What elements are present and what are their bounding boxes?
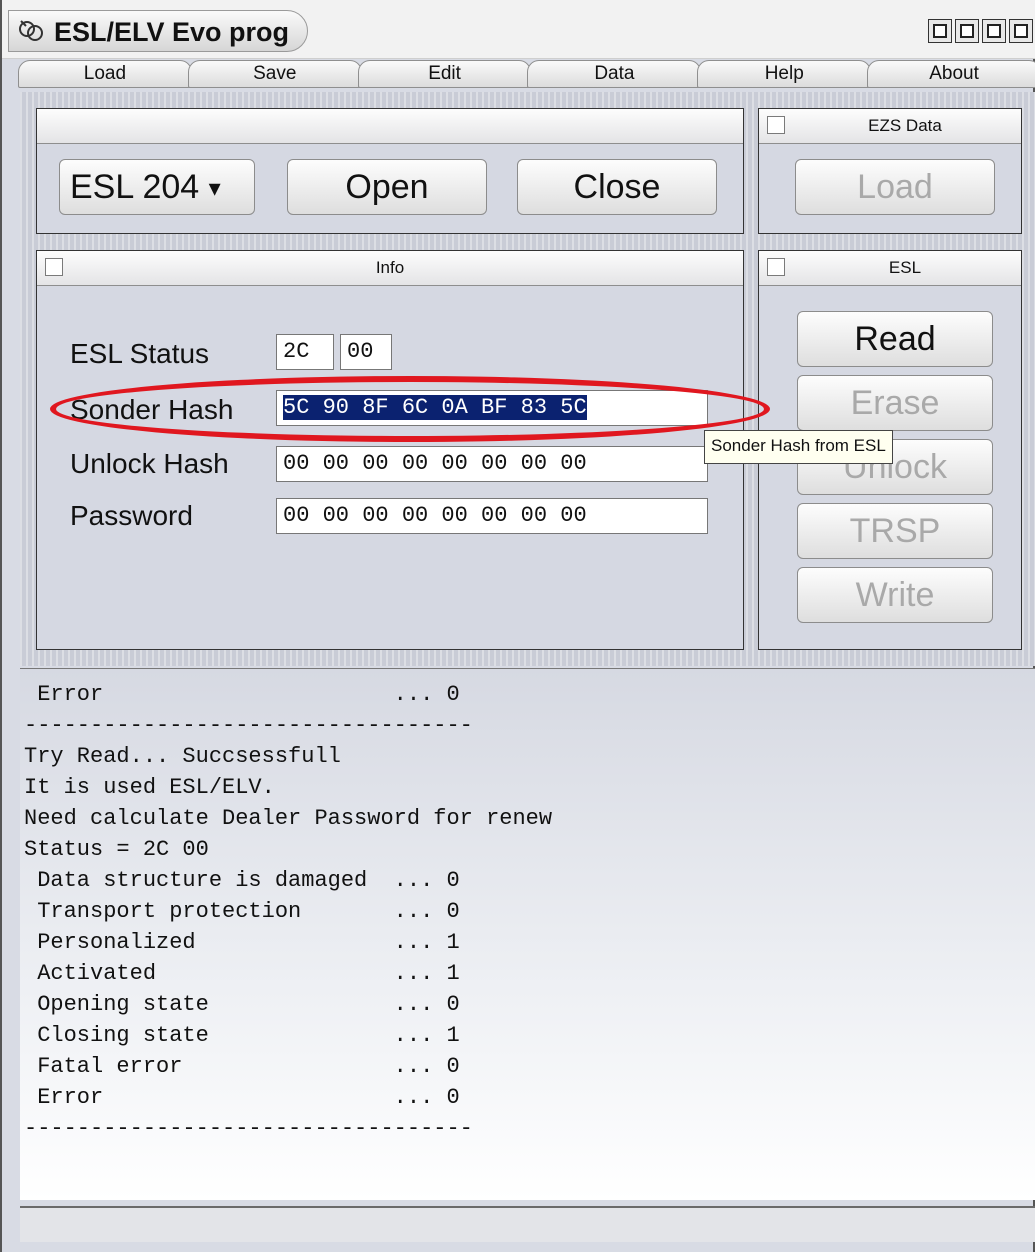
restore-icon (960, 24, 974, 38)
esl-status-byte-1[interactable]: 2C (276, 334, 334, 370)
read-button[interactable]: Read (797, 311, 993, 367)
title-bar[interactable]: ESL/ELV Evo prog (2, 0, 1035, 59)
ezs-data-checkbox[interactable] (767, 116, 785, 134)
close-window-button[interactable] (1009, 19, 1033, 43)
info-panel-header: Info (37, 251, 743, 286)
menu-data[interactable]: Data (527, 60, 702, 88)
minimize-icon (933, 24, 947, 38)
restore-button[interactable] (955, 19, 979, 43)
write-button[interactable]: Write (797, 567, 993, 623)
model-select[interactable]: ESL 204 ▾ (59, 159, 255, 215)
close-button[interactable]: Close (517, 159, 717, 215)
log-line: Opening state ... 0 (24, 992, 460, 1017)
menu-edit[interactable]: Edit (357, 60, 532, 88)
close-icon (1014, 24, 1028, 38)
log-output[interactable]: Error ... 0 ----------------------------… (20, 668, 1035, 1200)
log-line: Need calculate Dealer Password for renew (24, 806, 553, 831)
app-icon (19, 20, 43, 41)
menu-about[interactable]: About (867, 60, 1035, 88)
info-checkbox[interactable] (45, 258, 63, 276)
sonder-hash-value: 5C 90 8F 6C 0A BF 83 5C (283, 395, 587, 420)
log-line: ---------------------------------- (24, 713, 473, 738)
log-line: Activated ... 1 (24, 961, 460, 986)
log-line: It is used ESL/ELV. (24, 775, 275, 800)
log-line: Data structure is damaged ... 0 (24, 868, 460, 893)
app-window: ESL/ELV Evo prog Load Save Edit Data Hel… (0, 0, 1035, 1252)
password-label: Password (70, 500, 193, 531)
model-select-value: ESL 204 (70, 168, 200, 206)
ezs-data-title: EZS Data (868, 116, 942, 135)
menu-bar: Load Save Edit Data Help About (18, 60, 1035, 90)
menu-load[interactable]: Load (18, 60, 192, 88)
minimize-button[interactable] (928, 19, 952, 43)
menu-help[interactable]: Help (697, 60, 872, 88)
log-line: Fatal error ... 0 (24, 1054, 460, 1079)
unlock-hash-field[interactable]: 00 00 00 00 00 00 00 00 (276, 446, 708, 482)
log-line: Try Read... Succsessfull (24, 744, 341, 769)
erase-button[interactable]: Erase (797, 375, 993, 431)
log-line: Status = 2C 00 (24, 837, 209, 862)
maximize-icon (987, 24, 1001, 38)
log-line: Personalized ... 1 (24, 930, 460, 955)
sonder-hash-field[interactable]: 5C 90 8F 6C 0A BF 83 5C (276, 390, 708, 426)
chevron-down-icon: ▾ (208, 175, 221, 203)
trsp-button[interactable]: TRSP (797, 503, 993, 559)
status-bar (20, 1206, 1035, 1242)
esl-title: ESL (888, 258, 922, 277)
log-line: Transport protection ... 0 (24, 899, 460, 924)
window-title: ESL/ELV Evo prog (54, 17, 290, 47)
log-line: Error ... 0 (24, 1085, 460, 1110)
menu-save[interactable]: Save (187, 60, 362, 88)
connection-panel: ESL 204 ▾ Open Close (36, 108, 744, 234)
ezs-data-panel-header: EZS Data (759, 109, 1021, 144)
sonder-hash-label: Sonder Hash (70, 394, 234, 425)
connection-panel-header (37, 109, 743, 144)
open-button[interactable]: Open (287, 159, 487, 215)
info-title: Info (375, 258, 405, 277)
esl-status-byte-2[interactable]: 00 (340, 334, 392, 370)
log-line: Closing state ... 1 (24, 1023, 460, 1048)
window-controls (928, 19, 1033, 43)
password-field[interactable]: 00 00 00 00 00 00 00 00 (276, 498, 708, 534)
ezs-data-panel: EZS Data Load (758, 108, 1022, 234)
maximize-button[interactable] (982, 19, 1006, 43)
esl-status-label: ESL Status (70, 338, 210, 369)
log-line: ---------------------------------- (24, 1116, 473, 1141)
unlock-hash-label: Unlock Hash (70, 448, 229, 479)
tooltip: Sonder Hash from ESL (704, 430, 893, 464)
ezs-load-button[interactable]: Load (795, 159, 995, 215)
esl-panel-header: ESL (759, 251, 1021, 286)
log-line: Error ... 0 (24, 682, 460, 707)
esl-checkbox[interactable] (767, 258, 785, 276)
